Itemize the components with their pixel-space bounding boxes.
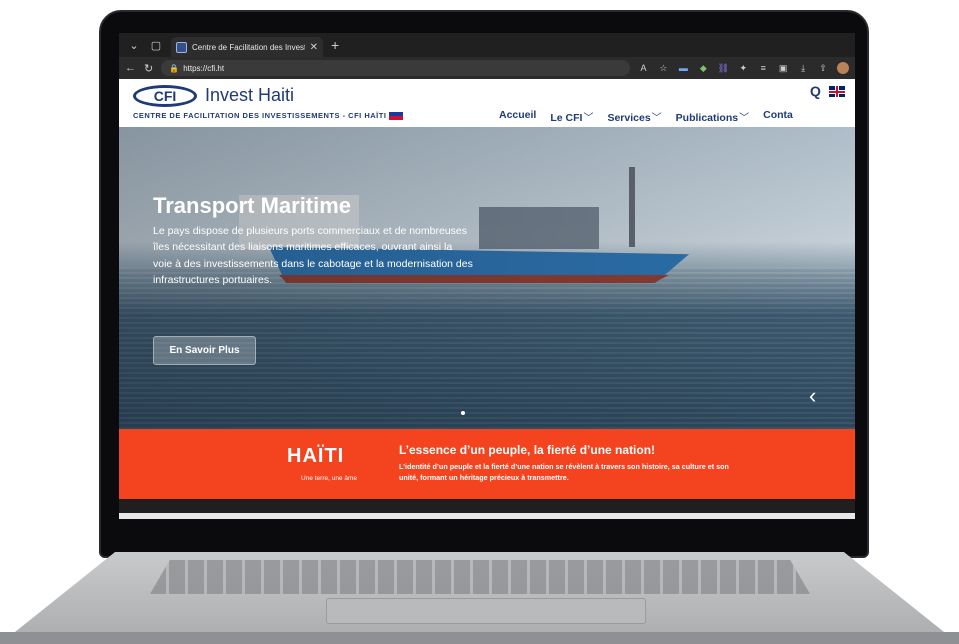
link-extension-icon[interactable]: ⛓ xyxy=(717,63,729,74)
nav-item-accueil[interactable]: Accueil xyxy=(499,109,536,124)
nav-item-contact[interactable]: Conta xyxy=(763,109,793,124)
profile-avatar[interactable] xyxy=(837,62,849,74)
nav-item-label: Conta xyxy=(763,109,793,121)
page-bottom-edge xyxy=(119,513,855,519)
collections-icon[interactable]: ▣ xyxy=(777,63,789,74)
laptop-screen: ⌄ ▢ Centre de Facilitation des Investiss… xyxy=(119,33,855,519)
english-language-flag-icon[interactable] xyxy=(829,86,845,97)
banner-text: L’identité d’un peuple et la fierté d’un… xyxy=(399,462,729,482)
url-text: https://cfi.ht xyxy=(183,63,225,73)
read-aloud-icon[interactable]: A xyxy=(638,63,650,73)
nav-item-label: Services xyxy=(607,112,651,124)
banner-title: L’essence d’un peuple, la fierté d’une n… xyxy=(399,443,656,457)
extension-icon[interactable]: ▬ xyxy=(677,63,689,73)
extensions-puzzle-icon[interactable]: ✦ xyxy=(737,63,749,74)
nav-item-services[interactable]: Services﹀ xyxy=(607,109,661,124)
tab-title: Centre de Facilitation des Investisse xyxy=(192,42,305,52)
hero-carousel: Transport Maritime Le pays dispose de pl… xyxy=(119,127,855,429)
haiti-logo: HAÏTI xyxy=(287,445,345,467)
close-tab-icon[interactable]: ✕ xyxy=(310,42,318,53)
chevron-down-icon: ﹀ xyxy=(651,113,662,124)
browser-tab-strip: ⌄ ▢ Centre de Facilitation des Investiss… xyxy=(119,33,855,57)
favorite-star-icon[interactable]: ☆ xyxy=(657,63,669,74)
url-field[interactable]: 🔒 https://cfi.ht xyxy=(161,60,630,76)
brand-name[interactable]: Invest Haiti xyxy=(205,85,294,106)
chevron-down-icon: ﹀ xyxy=(583,113,594,124)
site-subtitle: CENTRE DE FACILITATION DES INVESTISSEMEN… xyxy=(133,111,404,121)
extension-icon[interactable]: ◆ xyxy=(697,63,709,74)
lock-icon: 🔒 xyxy=(169,63,180,73)
haiti-banner: HAÏTI Une terre, une âme L’essence d’un … xyxy=(119,429,855,499)
cfi-logo[interactable]: CFI xyxy=(133,85,197,107)
downloads-icon[interactable]: ⤓ xyxy=(797,63,809,74)
favorites-icon[interactable]: ≡ xyxy=(757,63,769,73)
carousel-indicator-dot[interactable] xyxy=(461,411,465,415)
new-tab-icon[interactable]: + xyxy=(331,37,339,53)
nav-item-label: Le CFI xyxy=(550,112,583,124)
nav-item-publications[interactable]: Publications﹀ xyxy=(676,109,749,124)
tab-actions-chevron-icon[interactable]: ⌄ xyxy=(127,39,141,52)
laptop-trackpad xyxy=(326,598,646,624)
nav-item-le-cfi[interactable]: Le CFI﹀ xyxy=(550,109,593,124)
nav-item-label: Publications xyxy=(675,112,739,124)
workspaces-icon[interactable]: ▢ xyxy=(149,39,163,52)
refresh-icon[interactable]: ↻ xyxy=(144,62,153,75)
share-icon[interactable]: ⇧ xyxy=(817,63,829,74)
hero-description: Le pays dispose de plusieurs ports comme… xyxy=(153,225,473,287)
haiti-flag-icon xyxy=(389,112,404,121)
laptop-keyboard xyxy=(150,560,810,594)
haiti-tagline: Une terre, une âme xyxy=(301,475,358,482)
learn-more-button[interactable]: En Savoir Plus xyxy=(153,336,256,365)
browser-tab-active[interactable]: Centre de Facilitation des Investisse ✕ xyxy=(171,37,323,57)
main-nav: Accueil Le CFI﹀ Services﹀ Publications﹀ … xyxy=(499,109,793,124)
back-arrow-icon[interactable]: ← xyxy=(125,62,136,74)
site-subtitle-text: CENTRE DE FACILITATION DES INVESTISSEMEN… xyxy=(133,111,387,120)
carousel-next-arrow-icon[interactable]: ‹ xyxy=(809,383,816,409)
cfi-favicon-icon xyxy=(176,41,187,53)
laptop-base-edge xyxy=(0,632,959,644)
chevron-down-icon: ﹀ xyxy=(739,113,750,124)
search-icon[interactable]: Q xyxy=(810,83,821,99)
browser-address-bar: ← ↻ 🔒 https://cfi.ht A ☆ ▬ ◆ ⛓ ✦ ≡ ▣ ⤓ ⇧ xyxy=(119,57,855,79)
site-header: CFI Invest Haiti CENTRE DE FACILITATION … xyxy=(119,79,855,127)
nav-item-label: Accueil xyxy=(499,109,537,121)
hero-title: Transport Maritime xyxy=(153,193,352,218)
